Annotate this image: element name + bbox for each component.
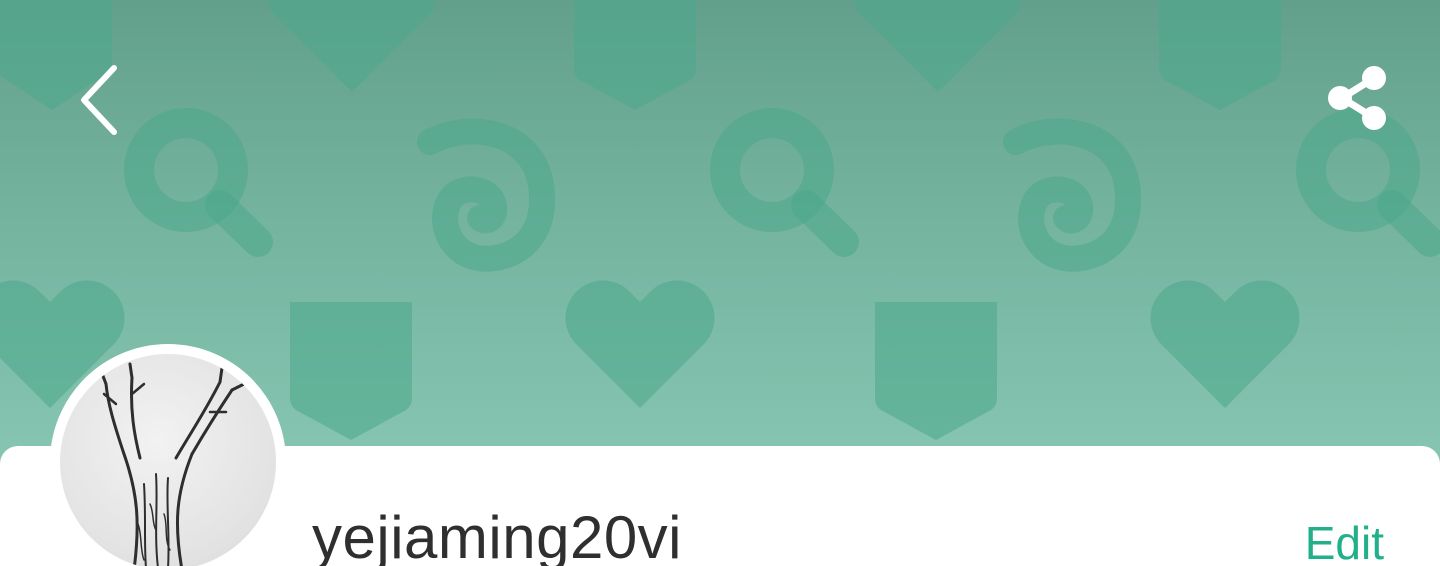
search-icon [124, 108, 273, 257]
profile-screen: yejiaming20vi Edit [0, 0, 1440, 566]
bookmark-icon [1158, 0, 1282, 110]
heart-icon [268, 0, 436, 92]
spiral-icon [417, 118, 555, 272]
username: yejiaming20vi [312, 504, 683, 566]
heart-icon [565, 280, 715, 408]
heart-icon [854, 0, 1022, 92]
avatar-image [60, 354, 276, 566]
spiral-icon [1003, 118, 1141, 272]
tree-drawing [98, 362, 246, 566]
bookmark-icon [874, 302, 998, 440]
search-icon [1296, 108, 1440, 257]
share-button[interactable] [1318, 62, 1394, 134]
avatar[interactable] [50, 344, 286, 566]
chevron-left-icon [81, 65, 117, 135]
heart-icon [1150, 280, 1300, 408]
back-button[interactable] [66, 60, 130, 140]
bookmark-icon [289, 302, 413, 440]
search-icon [710, 108, 859, 257]
edit-button[interactable]: Edit [1305, 510, 1384, 566]
bookmark-icon [573, 0, 697, 110]
share-icon [1328, 66, 1386, 130]
